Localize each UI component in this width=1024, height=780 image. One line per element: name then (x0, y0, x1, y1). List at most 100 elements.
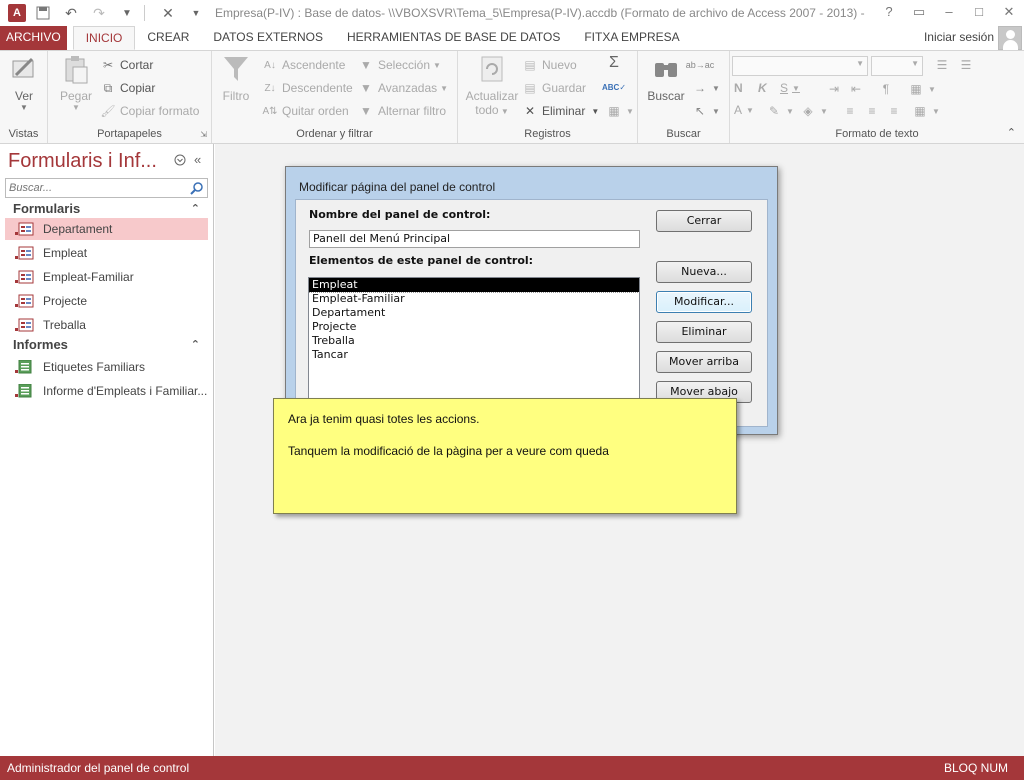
outdent-button[interactable]: ⇤ (848, 81, 868, 97)
form-icon (15, 318, 34, 332)
list-item[interactable]: Tancar (309, 348, 639, 362)
copiar-button[interactable]: ⧉ Copiar (100, 80, 156, 96)
seleccion-button[interactable]: ▼ Selección ▼ (358, 57, 441, 73)
nueva-button[interactable]: Nueva... (656, 261, 752, 283)
ascendente-button[interactable]: A↓ Ascendente (262, 57, 345, 73)
dropdown-icon[interactable]: ▼ (185, 2, 207, 24)
copiar-formato-button[interactable]: 🖌 Copiar formato (100, 103, 199, 119)
align-right-button[interactable]: ≡ (886, 103, 906, 119)
save-record-icon: ▤ (524, 81, 536, 95)
filtro-button[interactable]: Filtro (218, 55, 254, 103)
list-item[interactable]: Empleat-Familiar (309, 292, 639, 306)
nav-item-treballa[interactable]: Treballa (5, 314, 208, 336)
numbering-button[interactable]: ☰ (958, 57, 978, 73)
nav-search-input[interactable] (6, 179, 186, 197)
undo-icon[interactable]: ↶ (60, 2, 82, 24)
bullets-button[interactable]: ☰ (934, 57, 954, 73)
alt-fill-button[interactable]: ▦ ▼ (912, 103, 940, 119)
nav-item-etiquetes-familiars[interactable]: Etiquetes Familiars (5, 356, 208, 378)
tab-datos-externos[interactable]: DATOS EXTERNOS (201, 26, 335, 50)
section-informes[interactable]: Informes ⌃ (5, 334, 208, 356)
pegar-button[interactable]: Pegar ▼ (56, 55, 96, 112)
descendente-button[interactable]: Z↓ Descendente (262, 80, 352, 96)
modificar-button[interactable]: Modificar... (656, 291, 752, 313)
select-button[interactable]: ↖ ▼ (692, 103, 720, 119)
mover-arriba-button[interactable]: Mover arriba (656, 351, 752, 373)
font-size-select[interactable]: ▼ (871, 56, 923, 76)
list-item[interactable]: Departament (309, 306, 639, 320)
eliminar-button[interactable]: ✕ Eliminar ▼ (522, 103, 599, 119)
buscar-button[interactable]: Buscar (644, 55, 688, 103)
minimize-button[interactable]: – (934, 0, 964, 26)
save-icon[interactable] (32, 2, 54, 24)
align-center-button[interactable]: ≡ (864, 103, 884, 119)
ribbon-display-button[interactable]: ▭ (904, 0, 934, 26)
access-app-icon[interactable]: A (8, 4, 26, 22)
redo-icon[interactable]: ↷ (88, 2, 110, 24)
navigation-pane: Formularis i Inf... « Formularis ⌃ Depar… (0, 144, 214, 756)
tab-archivo[interactable]: ARCHIVO (0, 26, 67, 50)
fill-color-button[interactable]: ◈ ▼ (800, 103, 828, 119)
nav-item-departament[interactable]: Departament (5, 218, 208, 240)
nuevo-button[interactable]: ▤ Nuevo (522, 57, 576, 73)
chevron-up-icon[interactable]: ⌃ (191, 198, 200, 220)
nav-pane-title[interactable]: Formularis i Inf... (8, 150, 157, 173)
align-left-button[interactable]: ≡ (842, 103, 862, 119)
gridlines-button[interactable]: ▦ ▼ (908, 81, 936, 97)
nav-item-informe-empleats[interactable]: Informe d'Empleats i Familiar... (5, 380, 208, 402)
goto-button[interactable]: → ▼ (692, 80, 720, 96)
list-item[interactable]: Empleat (309, 278, 639, 293)
italic-button[interactable]: K (758, 81, 767, 95)
switchboard-name-input[interactable]: Panell del Menú Principal (309, 230, 640, 248)
collapse-ribbon-icon[interactable]: ⌃ (1007, 126, 1016, 139)
list-item[interactable]: Treballa (309, 334, 639, 348)
underline-button[interactable]: S ▼ (780, 81, 800, 95)
nav-menu-icon[interactable] (174, 154, 186, 169)
avanzadas-button[interactable]: ▼ Avanzadas ▼ (358, 80, 448, 96)
guardar-button[interactable]: ▤ Guardar (522, 80, 586, 96)
tab-herramientas[interactable]: HERRAMIENTAS DE BASE DE DATOS (335, 26, 572, 50)
close-button[interactable]: ✕ (994, 0, 1024, 26)
more-button[interactable]: ▦ ▼ (606, 103, 634, 119)
indent-button[interactable]: ⇥ (826, 81, 846, 97)
quitar-orden-button[interactable]: A⇅ Quitar orden (262, 103, 348, 119)
customize-qat-icon[interactable]: ▼ (116, 2, 138, 24)
nav-item-projecte[interactable]: Projecte (5, 290, 208, 312)
font-family-select[interactable]: ▼ (732, 56, 868, 76)
cerrar-button[interactable]: Cerrar (656, 210, 752, 232)
dialog-launcher-icon[interactable]: ⇲ (200, 130, 207, 139)
chevron-up-icon[interactable]: ⌃ (191, 334, 200, 356)
nav-item-empleat-familiar[interactable]: Empleat-Familiar (5, 266, 208, 288)
tab-inicio[interactable]: INICIO (72, 26, 136, 50)
rtl-button[interactable]: ¶ (878, 81, 898, 97)
selection-filter-icon: ▼ (360, 58, 372, 72)
nav-item-label: Etiquetes Familiars (43, 360, 146, 374)
nav-search-box[interactable] (5, 178, 208, 198)
actualizar-todo-button[interactable]: Actualizar todo ▼ (462, 55, 522, 117)
replace-button[interactable]: ab→ac (686, 57, 715, 73)
close-db-icon[interactable]: ✕ (157, 2, 179, 24)
list-item[interactable]: Projecte (309, 320, 639, 334)
signin-link[interactable]: Iniciar sesión (924, 30, 994, 44)
maximize-button[interactable]: □ (964, 0, 994, 26)
section-formularis[interactable]: Formularis ⌃ (5, 198, 208, 220)
alternar-filtro-button[interactable]: ▼ Alternar filtro (358, 103, 446, 119)
highlight-button[interactable]: ✎ ▼ (766, 103, 794, 119)
search-icon[interactable] (190, 181, 204, 195)
avatar[interactable] (998, 26, 1022, 50)
bold-button[interactable]: N (734, 81, 743, 95)
cortar-button[interactable]: ✂ Cortar (100, 57, 153, 73)
ver-button[interactable]: Ver ▼ (6, 55, 42, 112)
tab-crear[interactable]: CREAR (135, 26, 201, 50)
totals-button[interactable]: Σ (606, 54, 626, 71)
group-label-portapapeles: Portapapeles (97, 128, 162, 140)
shutter-bar-close-icon[interactable]: « (194, 152, 201, 167)
switchboard-items-list[interactable]: Empleat Empleat-Familiar Departament Pro… (308, 277, 640, 401)
tab-fitxa-empresa[interactable]: FITXA EMPRESA (572, 26, 691, 50)
eliminar-item-button[interactable]: Eliminar (656, 321, 752, 343)
font-color-button[interactable]: A ▼ (734, 103, 754, 117)
spelling-button[interactable]: ABC✓ (602, 79, 626, 95)
nav-item-empleat[interactable]: Empleat (5, 242, 208, 264)
help-button[interactable]: ? (874, 0, 904, 26)
font-color-label: A (734, 103, 743, 117)
